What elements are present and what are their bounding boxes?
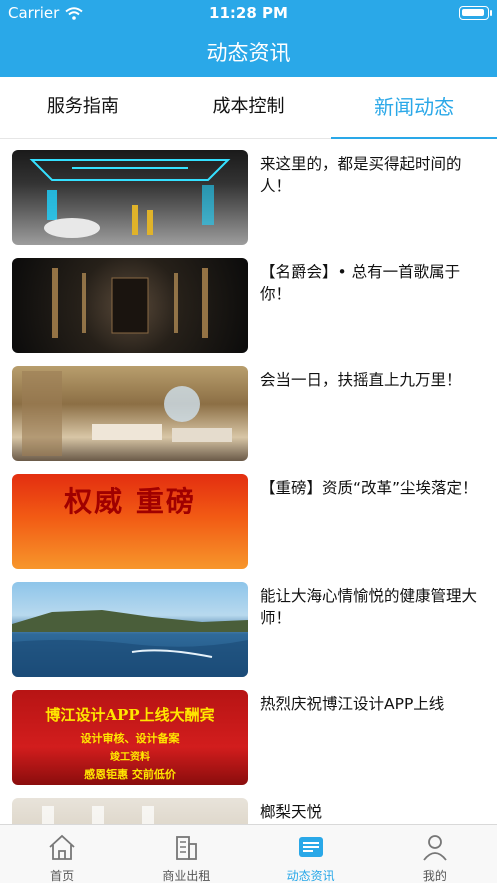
app-header: Carrier 11:28 PM 动态资讯 xyxy=(0,0,497,77)
news-item[interactable]: 权威 重磅 【重磅】资质“改革”尘埃落定！ xyxy=(0,463,497,571)
news-thumbnail xyxy=(12,582,248,677)
news-title: 热烈庆祝博江设计APP上线 xyxy=(260,695,445,713)
banner-subtitle: 设计审核、设计备案 xyxy=(80,732,180,745)
news-item[interactable]: 来这里的，都是买得起时间的人！ xyxy=(0,139,497,247)
news-item[interactable]: 【名爵会】• 总有一首歌属于你！ xyxy=(0,247,497,355)
tabbar-profile[interactable]: 我的 xyxy=(373,825,497,883)
news-thumbnail xyxy=(12,150,248,245)
tabbar-news-label: 动态资讯 xyxy=(286,869,335,883)
page-title: 动态资讯 xyxy=(206,41,291,65)
news-item[interactable]: 能让大海心情愉悦的健康管理大师！ xyxy=(0,571,497,679)
news-title: 会当一日，扶摇直上九万里！ xyxy=(260,371,462,389)
news-thumbnail xyxy=(12,798,248,824)
news-thumbnail: 博江设计APP上线大酬宾 设计审核、设计备案 竣工资料 感恩钜惠 交前低价 xyxy=(12,690,248,785)
news-icon xyxy=(298,837,323,857)
clock: 11:28 PM xyxy=(209,4,288,22)
tab-cost-control[interactable]: 成本控制 xyxy=(166,77,332,138)
segment-tabs: 服务指南 成本控制 新闻动态 xyxy=(0,77,497,139)
user-icon xyxy=(423,835,447,861)
home-icon xyxy=(49,834,75,860)
news-title: 能让大海心情愉悦的健康管理大师！ xyxy=(260,587,478,627)
news-thumbnail xyxy=(12,366,248,461)
tabbar-rental-label: 商业出租 xyxy=(162,869,211,883)
news-thumbnail: 权威 重磅 xyxy=(12,474,248,569)
news-item[interactable]: 榔梨天悦 xyxy=(0,787,497,824)
building-icon xyxy=(176,836,198,860)
tabbar-home-label: 首页 xyxy=(50,869,75,883)
tabbar-profile-label: 我的 xyxy=(422,869,447,883)
news-item[interactable]: 会当一日，扶摇直上九万里！ xyxy=(0,355,497,463)
banner-subtitle-2: 竣工资料 xyxy=(110,752,150,763)
tabbar-news[interactable]: 动态资讯 xyxy=(249,825,373,883)
news-title: 【名爵会】• 总有一首歌属于你！ xyxy=(260,263,461,303)
news-thumbnail xyxy=(12,258,248,353)
bottom-tab-bar: 首页 商业出租 动态资讯 我的 xyxy=(0,824,497,883)
tabbar-home[interactable]: 首页 xyxy=(0,825,124,883)
status-bar: Carrier 11:28 PM xyxy=(0,0,497,26)
tab-news[interactable]: 新闻动态 xyxy=(331,77,497,139)
tabbar-rental[interactable]: 商业出租 xyxy=(124,825,248,883)
battery-icon xyxy=(459,6,492,20)
news-item[interactable]: 博江设计APP上线大酬宾 设计审核、设计备案 竣工资料 感恩钜惠 交前低价 热烈… xyxy=(0,679,497,787)
news-title: 来这里的，都是买得起时间的人！ xyxy=(260,155,462,195)
banner-subtitle-3: 感恩钜惠 交前低价 xyxy=(84,768,176,781)
news-list: 来这里的，都是买得起时间的人！ 【名爵会】• 总有一首歌属于你！ 会当一日，扶摇… xyxy=(0,139,497,824)
news-title: 榔梨天悦 xyxy=(260,803,323,821)
tab-service-guide[interactable]: 服务指南 xyxy=(0,77,166,138)
banner-text: 权威 重磅 xyxy=(64,485,196,518)
banner-title: 博江设计APP上线大酬宾 xyxy=(45,706,215,724)
news-title: 【重磅】资质“改革”尘埃落定！ xyxy=(260,479,478,497)
